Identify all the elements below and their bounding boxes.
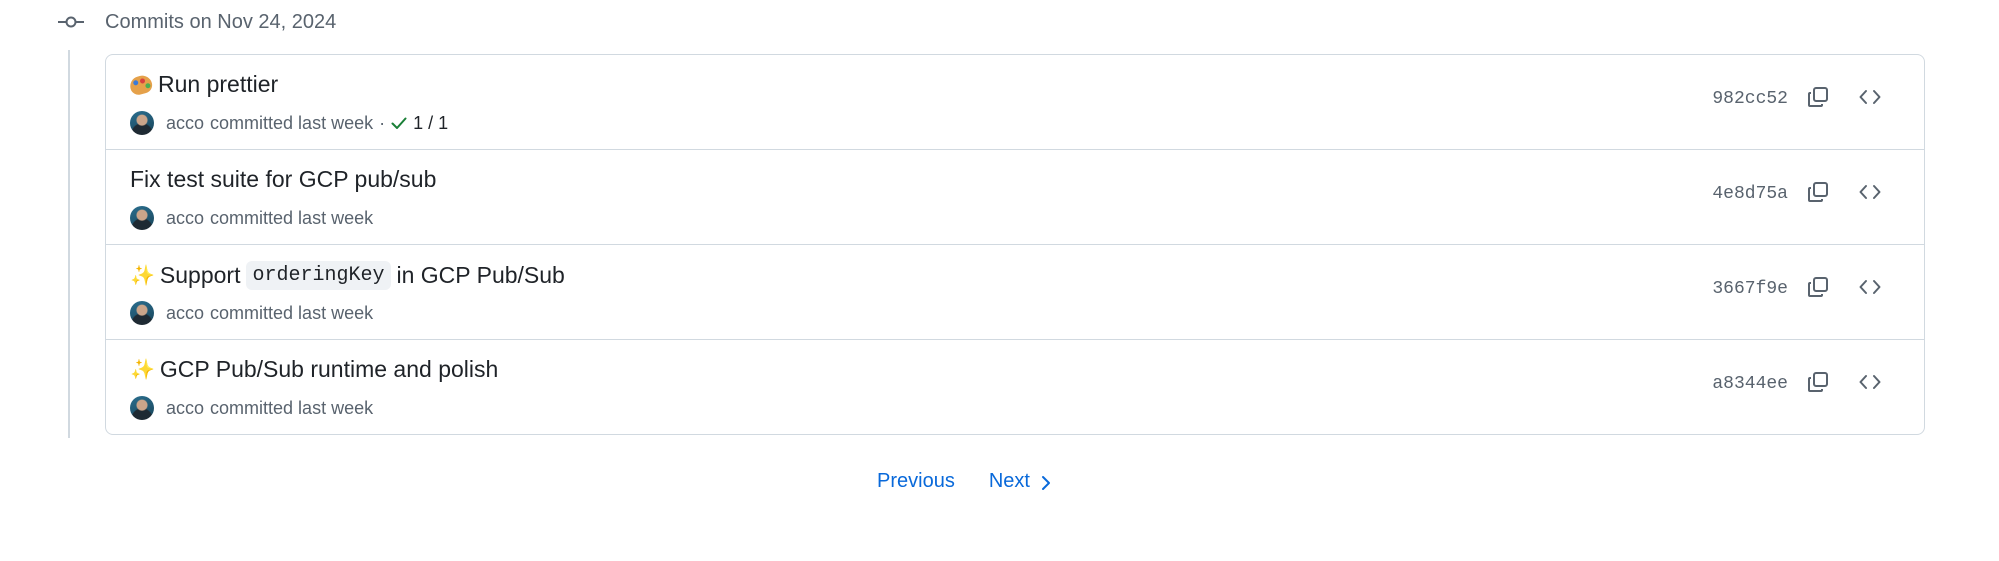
checks-status[interactable]: 1 / 1: [391, 113, 448, 134]
copy-icon: [1806, 275, 1830, 304]
copy-icon: [1806, 370, 1830, 399]
commit-sha[interactable]: 982cc52: [1712, 89, 1788, 109]
sparkles-emoji-icon: ✨: [130, 359, 155, 381]
chevron-right-icon: [1040, 474, 1052, 490]
browse-repo-button[interactable]: [1850, 364, 1890, 404]
commits-page: Commits on Nov 24, 2024 Run prettier acc…: [0, 0, 1999, 561]
commit-title[interactable]: ✨ Support orderingKey in GCP Pub/Sub: [130, 261, 565, 290]
code-icon: [1858, 180, 1882, 209]
commit-row: Fix test suite for GCP pub/sub acco comm…: [106, 150, 1924, 245]
commit-row: ✨ GCP Pub/Sub runtime and polish acco co…: [106, 340, 1924, 434]
avatar[interactable]: [130, 396, 154, 420]
browse-repo-button[interactable]: [1850, 174, 1890, 214]
browse-repo-button[interactable]: [1850, 79, 1890, 119]
copy-sha-button[interactable]: [1798, 269, 1838, 309]
copy-icon: [1806, 85, 1830, 114]
browse-repo-button[interactable]: [1850, 269, 1890, 309]
palette-emoji-icon: [128, 72, 154, 97]
commit-title[interactable]: Run prettier: [128, 71, 278, 98]
next-page-link[interactable]: Next: [981, 466, 1060, 497]
copy-sha-button[interactable]: [1798, 174, 1838, 214]
meta-separator: ·: [379, 112, 386, 133]
copy-sha-button[interactable]: [1798, 79, 1838, 119]
commit-row: ✨ Support orderingKey in GCP Pub/Sub acc…: [106, 245, 1924, 340]
commit-author[interactable]: acco: [166, 113, 204, 134]
avatar[interactable]: [130, 111, 154, 135]
commit-message-pre[interactable]: Support: [160, 262, 241, 289]
commit-sha[interactable]: 3667f9e: [1712, 279, 1788, 299]
commit-time: committed last week: [210, 302, 374, 323]
commit-author[interactable]: acco: [166, 398, 204, 419]
checks-count: 1 / 1: [413, 112, 449, 133]
commit-group-title: Commits on Nov 24, 2024: [105, 10, 337, 33]
commit-author[interactable]: acco: [166, 303, 204, 324]
commit-title[interactable]: Fix test suite for GCP pub/sub: [130, 166, 436, 193]
commit-meta: acco committed last week: [130, 206, 373, 230]
commit-message[interactable]: Run prettier: [158, 71, 278, 98]
git-commit-icon: [58, 14, 84, 30]
avatar[interactable]: [130, 206, 154, 230]
commit-sha[interactable]: a8344ee: [1712, 374, 1788, 394]
copy-icon: [1806, 180, 1830, 209]
pagination: Previous Next: [0, 466, 1999, 497]
code-icon: [1858, 275, 1882, 304]
next-label: Next: [988, 470, 1030, 492]
commit-message-post[interactable]: in GCP Pub/Sub: [397, 262, 565, 289]
commit-time: committed last week: [210, 207, 374, 228]
commit-row: Run prettier acco committed last week · …: [106, 55, 1924, 150]
code-icon: [1858, 85, 1882, 114]
commit-group-header: Commits on Nov 24, 2024: [58, 8, 336, 36]
code-icon: [1858, 370, 1882, 399]
previous-page-link[interactable]: Previous: [869, 466, 963, 497]
commit-time: committed last week: [210, 112, 374, 133]
commit-message[interactable]: GCP Pub/Sub runtime and polish: [160, 356, 498, 383]
copy-sha-button[interactable]: [1798, 364, 1838, 404]
commit-meta: acco committed last week: [130, 396, 373, 420]
commit-message[interactable]: Fix test suite for GCP pub/sub: [130, 166, 436, 193]
sparkles-emoji-icon: ✨: [130, 265, 155, 287]
timeline-line: [68, 50, 70, 438]
avatar[interactable]: [130, 301, 154, 325]
inline-code: orderingKey: [246, 261, 391, 290]
commit-meta: acco committed last week · 1 / 1: [130, 111, 448, 135]
commit-sha[interactable]: 4e8d75a: [1712, 184, 1788, 204]
commit-time: committed last week: [210, 397, 374, 418]
commit-author[interactable]: acco: [166, 208, 204, 229]
commit-meta: acco committed last week: [130, 301, 373, 325]
commit-title[interactable]: ✨ GCP Pub/Sub runtime and polish: [130, 356, 498, 383]
commit-list: Run prettier acco committed last week · …: [105, 54, 1925, 435]
check-icon: [391, 115, 407, 131]
